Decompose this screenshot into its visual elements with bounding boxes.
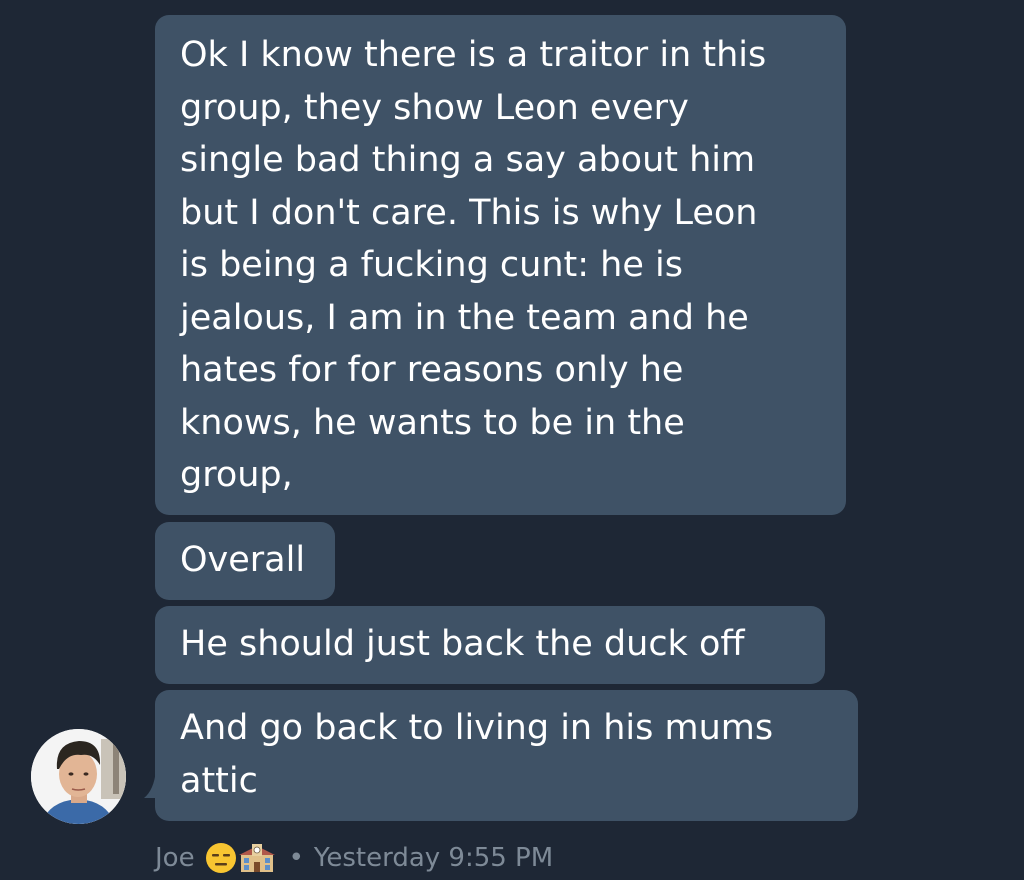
timestamp: Yesterday 9:55 PM	[313, 843, 554, 873]
avatar-photo	[31, 729, 126, 824]
bubble-tail	[144, 770, 170, 798]
message-bubble[interactable]: Overall	[155, 522, 335, 600]
sender-name[interactable]: Joe	[155, 843, 195, 873]
message-bubble[interactable]: He should just back the duck off	[155, 606, 825, 684]
expressionless-face-emoji-icon	[205, 843, 236, 873]
avatar[interactable]	[31, 729, 126, 824]
message-bubble[interactable]: And go back to living in his mums attic	[155, 690, 858, 821]
message-bubble[interactable]: Ok I know there is a traitor in this gro…	[155, 15, 846, 515]
separator-dot: •	[288, 843, 304, 873]
school-emoji-icon	[238, 844, 275, 872]
message-meta: Joe • Yesterday 9:55 PM	[155, 838, 553, 878]
chat-thread: Ok I know there is a traitor in this gro…	[0, 0, 1024, 880]
